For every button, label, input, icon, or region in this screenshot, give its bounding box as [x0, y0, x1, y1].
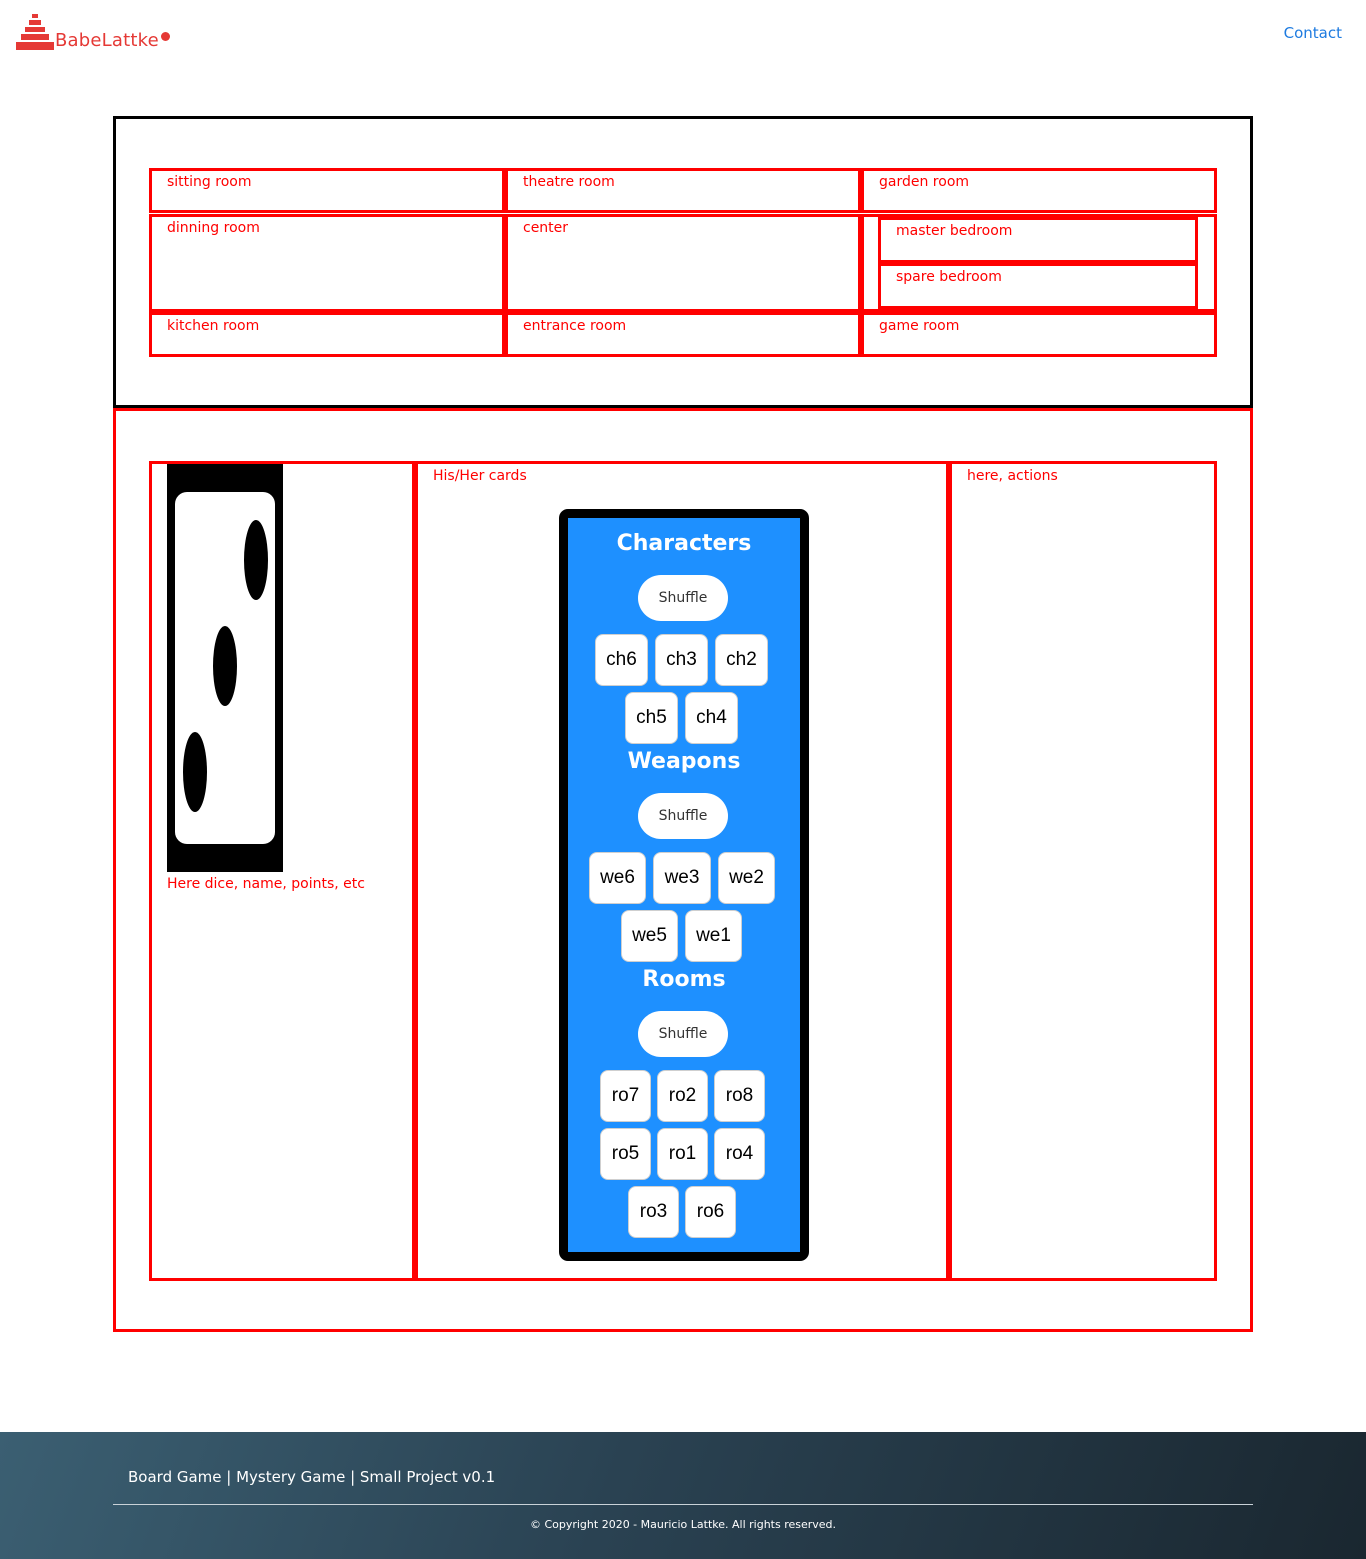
room-label: garden room	[879, 174, 970, 190]
room-label: dinning room	[167, 220, 260, 236]
weapon-card[interactable]: we6	[589, 852, 646, 904]
room-card[interactable]: ro8	[714, 1070, 765, 1122]
room-sitting[interactable]: sitting room	[149, 168, 505, 213]
room-card[interactable]: ro6	[685, 1186, 736, 1238]
room-label: theatre room	[523, 174, 615, 190]
room-label: game room	[879, 318, 960, 334]
actions-column: here, actions	[949, 461, 1217, 1281]
shuffle-weapons-button[interactable]: Shuffle	[638, 793, 728, 839]
player-area: Here dice, name, points, etc His/Her car…	[113, 408, 1253, 1332]
character-card[interactable]: ch2	[715, 634, 768, 686]
room-card[interactable]: ro5	[600, 1128, 651, 1180]
room-label: sitting room	[167, 174, 252, 190]
room-card[interactable]: ro3	[628, 1186, 679, 1238]
room-card[interactable]: ro1	[657, 1128, 708, 1180]
stacked-tower-logo-icon	[16, 14, 54, 50]
weapon-card[interactable]: we5	[621, 910, 678, 962]
dice[interactable]	[167, 464, 283, 872]
weapon-card[interactable]: we3	[653, 852, 711, 904]
character-card[interactable]: ch4	[685, 692, 738, 744]
footer: Board Game | Mystery Game | Small Projec…	[0, 1432, 1366, 1559]
room-card[interactable]: ro7	[600, 1070, 651, 1122]
player-info-column: Here dice, name, points, etc	[149, 461, 415, 1281]
character-card[interactable]: ch5	[625, 692, 678, 744]
weapons-title: Weapons	[627, 749, 741, 774]
room-master-bedroom[interactable]: master bedroom	[878, 217, 1198, 263]
room-card[interactable]: ro4	[714, 1128, 765, 1180]
rooms-title: Rooms	[642, 967, 726, 992]
character-card[interactable]: ch3	[655, 634, 708, 686]
room-entrance[interactable]: entrance room	[505, 312, 861, 357]
character-card[interactable]: ch6	[595, 634, 648, 686]
shuffle-characters-button[interactable]: Shuffle	[638, 575, 728, 621]
room-bedrooms-group: master bedroom spare bedroom	[861, 214, 1217, 312]
dice-pip	[213, 626, 237, 706]
brand-logo[interactable]: BabeLattke	[16, 14, 170, 52]
characters-title: Characters	[616, 531, 752, 556]
brand-name: BabeLattke	[55, 30, 159, 51]
dice-pip	[244, 520, 268, 600]
footer-title: Board Game | Mystery Game | Small Projec…	[128, 1468, 496, 1486]
room-label: center	[523, 220, 569, 236]
shuffle-rooms-button[interactable]: Shuffle	[638, 1011, 728, 1057]
weapon-card[interactable]: we1	[685, 910, 742, 962]
top-navbar: BabeLattke Contact	[0, 0, 1366, 70]
room-label: entrance room	[523, 318, 627, 334]
room-label: master bedroom	[896, 223, 1013, 239]
game-board: sitting room theatre room garden room di…	[113, 116, 1253, 408]
room-spare-bedroom[interactable]: spare bedroom	[878, 263, 1198, 309]
room-garden[interactable]: garden room	[861, 168, 1217, 213]
room-label: spare bedroom	[896, 269, 1002, 285]
room-game[interactable]: game room	[861, 312, 1217, 357]
footer-divider	[113, 1504, 1253, 1505]
cards-column: His/Her cards Characters Shuffle ch6 ch3…	[415, 461, 949, 1281]
copyright-text: © Copyright 2020 - Mauricio Lattke. All …	[529, 1518, 837, 1531]
room-kitchen[interactable]: kitchen room	[149, 312, 505, 357]
room-label: kitchen room	[167, 318, 260, 334]
cards-label: His/Her cards	[433, 468, 527, 484]
room-card[interactable]: ro2	[657, 1070, 708, 1122]
actions-label: here, actions	[967, 468, 1058, 484]
room-dinning[interactable]: dinning room	[149, 214, 505, 312]
room-theatre[interactable]: theatre room	[505, 168, 861, 213]
contact-link[interactable]: Contact	[1284, 24, 1342, 42]
room-center[interactable]: center	[505, 214, 861, 312]
cards-panel: Characters Shuffle ch6 ch3 ch2 ch5 ch4 W…	[559, 509, 809, 1261]
weapon-card[interactable]: we2	[718, 852, 775, 904]
dice-pip	[183, 732, 207, 812]
dice-caption: Here dice, name, points, etc	[167, 876, 365, 892]
dice-face	[175, 492, 275, 844]
brand-badge-icon	[160, 32, 170, 41]
